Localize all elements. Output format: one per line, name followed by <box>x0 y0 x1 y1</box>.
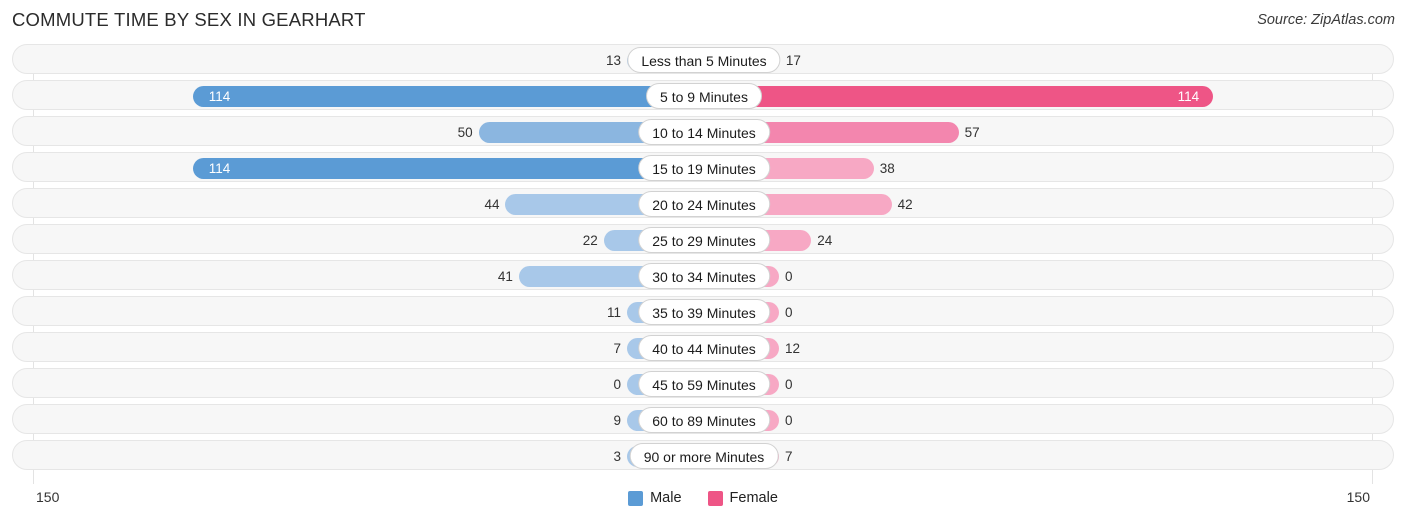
value-label-male: 9 <box>613 413 621 428</box>
bar-row: 9 0 60 to 89 Minutes <box>0 404 1406 434</box>
row-track: 3 7 90 or more Minutes <box>12 440 1394 470</box>
source-attribution: Source: ZipAtlas.com <box>1257 12 1395 28</box>
chart-footer: 150 150 Male Female <box>0 484 1406 523</box>
row-track: 1141145 to 9 Minutes <box>12 80 1394 110</box>
value-label-male: 41 <box>497 269 513 284</box>
value-label-male: 7 <box>613 341 621 356</box>
row-track: 44 42 20 to 24 Minutes <box>12 188 1394 218</box>
value-label-female: 0 <box>785 305 793 320</box>
value-label-female: 24 <box>817 233 833 248</box>
category-label-pill[interactable]: Less than 5 Minutes <box>627 47 781 73</box>
bar-rows-container: 1317Less than 5 Minutes1141145 to 9 Minu… <box>0 44 1406 476</box>
legend-item[interactable]: Female <box>707 490 778 506</box>
bar-row: 44 42 20 to 24 Minutes <box>0 188 1406 218</box>
bar-row: 3 7 90 or more Minutes <box>0 440 1406 470</box>
value-label-male: 44 <box>484 197 500 212</box>
legend-swatch-icon <box>707 490 723 506</box>
category-label-pill[interactable]: 15 to 19 Minutes <box>638 155 770 181</box>
value-label-female: 0 <box>785 413 793 428</box>
value-label-female: 0 <box>785 269 793 284</box>
value-label-male: 0 <box>613 377 621 392</box>
value-label-female: 0 <box>785 377 793 392</box>
chart-header: COMMUTE TIME BY SEX IN GEARHART Source: … <box>0 0 1406 40</box>
row-track: 0 0 45 to 59 Minutes <box>12 368 1394 398</box>
category-label-pill[interactable]: 35 to 39 Minutes <box>638 299 770 325</box>
row-track: 1143815 to 19 Minutes <box>12 152 1394 182</box>
bar-female[interactable] <box>704 86 1214 107</box>
row-track: 41 0 30 to 34 Minutes <box>12 260 1394 290</box>
row-track: 50 57 10 to 14 Minutes <box>12 116 1394 146</box>
legend-label: Female <box>729 490 778 506</box>
row-track: 9 0 60 to 89 Minutes <box>12 404 1394 434</box>
category-label-pill[interactable]: 40 to 44 Minutes <box>638 335 770 361</box>
category-label-pill[interactable]: 45 to 59 Minutes <box>638 371 770 397</box>
page-title: COMMUTE TIME BY SEX IN GEARHART <box>12 9 366 30</box>
legend-label: Male <box>650 490 682 506</box>
value-label-male: 3 <box>613 449 621 464</box>
category-label-pill[interactable]: 25 to 29 Minutes <box>638 227 770 253</box>
chart-plot-area: 1317Less than 5 Minutes1141145 to 9 Minu… <box>0 44 1406 484</box>
value-label-male: 13 <box>605 53 621 68</box>
legend-item[interactable]: Male <box>628 490 682 506</box>
category-label-pill[interactable]: 60 to 89 Minutes <box>638 407 770 433</box>
bar-row: 22 24 25 to 29 Minutes <box>0 224 1406 254</box>
legend-swatch-icon <box>628 490 644 506</box>
bar-row: 41 0 30 to 34 Minutes <box>0 260 1406 290</box>
value-label-female: 57 <box>964 125 980 140</box>
bar-row: 7 12 40 to 44 Minutes <box>0 332 1406 362</box>
bar-row: 1143815 to 19 Minutes <box>0 152 1406 182</box>
bar-row: 50 57 10 to 14 Minutes <box>0 116 1406 146</box>
row-track: 11 0 35 to 39 Minutes <box>12 296 1394 326</box>
bar-row: 13 17 Less than 5 Minutes <box>0 44 1406 74</box>
category-label-pill[interactable]: 90 or more Minutes <box>629 443 779 469</box>
bar-row: 0 0 45 to 59 Minutes <box>0 368 1406 398</box>
category-label-pill[interactable]: 10 to 14 Minutes <box>638 119 770 145</box>
value-label-male: 11 <box>606 305 621 320</box>
value-label-male: 22 <box>582 233 598 248</box>
bar-male[interactable] <box>192 158 702 179</box>
value-label-female: 38 <box>879 161 895 176</box>
value-label-female: 42 <box>897 197 913 212</box>
value-label-female: 12 <box>785 341 801 356</box>
value-label-male: 50 <box>457 125 473 140</box>
row-track: 22 24 25 to 29 Minutes <box>12 224 1394 254</box>
value-label-female: 7 <box>785 449 793 464</box>
category-label-pill[interactable]: 5 to 9 Minutes <box>646 83 762 109</box>
value-label-female: 114 <box>1177 89 1200 104</box>
bar-row: 11 0 35 to 39 Minutes <box>0 296 1406 326</box>
category-label-pill[interactable]: 30 to 34 Minutes <box>638 263 770 289</box>
chart-legend: Male Female <box>0 490 1406 506</box>
row-track: 13 17 Less than 5 Minutes <box>12 44 1394 74</box>
value-label-female: 17 <box>785 53 801 68</box>
row-track: 7 12 40 to 44 Minutes <box>12 332 1394 362</box>
bar-male[interactable] <box>192 86 702 107</box>
category-label-pill[interactable]: 20 to 24 Minutes <box>638 191 770 217</box>
bar-row: 1141145 to 9 Minutes <box>0 80 1406 110</box>
